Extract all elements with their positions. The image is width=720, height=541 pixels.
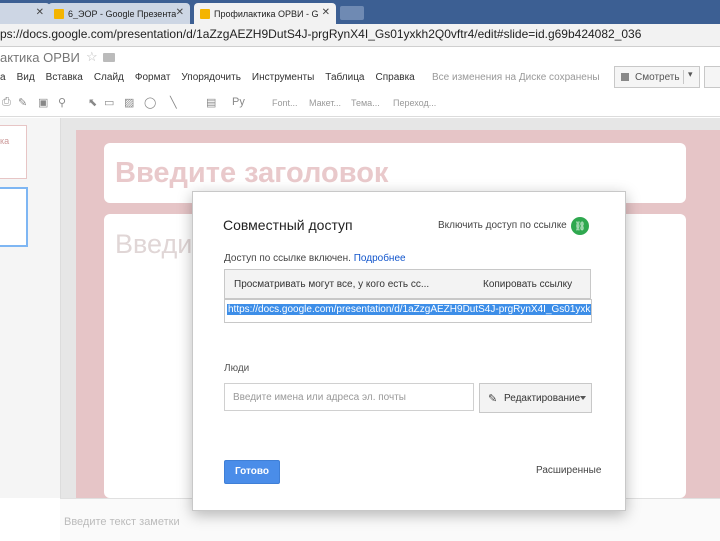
menu-view[interactable]: Вид bbox=[17, 72, 35, 86]
body-placeholder-text: Введи bbox=[115, 229, 193, 259]
document-title[interactable]: актика ОРВИ bbox=[0, 50, 80, 65]
menu-slide[interactable]: Слайд bbox=[94, 72, 124, 86]
save-status: Все изменения на Диске сохранены bbox=[432, 72, 600, 83]
learn-more-link[interactable]: Подробнее bbox=[354, 253, 406, 264]
close-tab-icon[interactable]: ✕ bbox=[36, 7, 44, 18]
link-icon[interactable]: ⛓ bbox=[571, 217, 589, 235]
paint-format-icon[interactable]: ✎ bbox=[18, 96, 27, 109]
share-url-field[interactable]: https://docs.google.com/presentation/d/1… bbox=[224, 299, 592, 323]
folder-icon[interactable] bbox=[103, 53, 115, 62]
slide-thumbnail-selected[interactable] bbox=[0, 187, 28, 247]
close-tab-icon[interactable]: ✕ bbox=[176, 7, 184, 18]
copy-link-button[interactable]: Копировать ссылку bbox=[456, 269, 591, 299]
share-url-text: https://docs.google.com/presentation/d/1… bbox=[227, 304, 591, 315]
background-icon[interactable]: Ру bbox=[232, 96, 245, 108]
done-button[interactable]: Готово bbox=[224, 460, 280, 484]
browser-tab-active[interactable]: Профилактика ОРВИ - G ✕ bbox=[194, 3, 336, 24]
menu-item[interactable]: а bbox=[0, 72, 6, 86]
print-icon[interactable]: ⎙ bbox=[2, 96, 11, 109]
line-icon[interactable]: ╲ bbox=[170, 96, 177, 109]
address-bar[interactable]: ps://docs.google.com/presentation/d/1aZz… bbox=[0, 24, 720, 47]
play-icon bbox=[621, 73, 629, 81]
people-label: Люди bbox=[224, 363, 250, 374]
permission-label: Редактирование bbox=[504, 393, 581, 404]
textbox-icon[interactable]: ▭ bbox=[104, 96, 114, 109]
browser-tab[interactable]: ✕ bbox=[0, 3, 50, 24]
layout-button[interactable]: Макет... bbox=[309, 98, 341, 108]
slide-thumbnail[interactable]: ка bbox=[0, 125, 27, 179]
close-tab-icon[interactable]: ✕ bbox=[322, 7, 330, 18]
menu-insert[interactable]: Вставка bbox=[46, 72, 83, 86]
tab-label: Профилактика ОРВИ - G bbox=[214, 8, 319, 19]
caret-down-icon bbox=[580, 396, 586, 400]
new-slide-icon[interactable]: ▣ bbox=[38, 96, 48, 109]
people-input[interactable] bbox=[224, 383, 474, 411]
chevron-down-icon[interactable]: ▾ bbox=[688, 69, 693, 80]
font-selector[interactable]: Font... bbox=[272, 98, 298, 108]
title-placeholder-text: Введите заголовок bbox=[115, 157, 389, 189]
browser-tab[interactable]: 6_ЭОР - Google Презента ✕ bbox=[48, 3, 190, 24]
menu-bar: а Вид Вставка Слайд Формат Упорядочить И… bbox=[0, 72, 426, 86]
shape-icon[interactable]: ◯ bbox=[144, 96, 156, 109]
advanced-link[interactable]: Расширенные bbox=[536, 465, 601, 476]
menu-help[interactable]: Справка bbox=[376, 72, 415, 86]
zoom-icon[interactable]: ⚲ bbox=[58, 96, 66, 109]
account-button[interactable] bbox=[704, 66, 720, 88]
menu-table[interactable]: Таблица bbox=[325, 72, 364, 86]
pencil-icon: ✎ bbox=[488, 393, 498, 405]
permission-dropdown[interactable]: ✎ Редактирование bbox=[479, 383, 592, 413]
menu-arrange[interactable]: Упорядочить bbox=[181, 72, 241, 86]
menu-tools[interactable]: Инструменты bbox=[252, 72, 314, 86]
star-icon[interactable]: ☆ bbox=[86, 49, 98, 65]
url-text: ps://docs.google.com/presentation/d/1aZz… bbox=[0, 27, 642, 41]
copy-link-label: Копировать ссылку bbox=[483, 279, 573, 290]
access-level-dropdown[interactable]: Просматривать могут все, у кого есть сс.… bbox=[224, 269, 457, 299]
image-icon[interactable]: ▨ bbox=[124, 96, 134, 109]
link-sharing-toggle[interactable]: Включить доступ по ссылке bbox=[438, 220, 567, 231]
transition-button[interactable]: Переход... bbox=[393, 98, 436, 108]
access-level-label: Просматривать могут все, у кого есть сс.… bbox=[234, 279, 430, 290]
divider bbox=[683, 70, 684, 84]
menu-format[interactable]: Формат bbox=[135, 72, 171, 86]
comment-icon[interactable]: ▤ bbox=[206, 96, 216, 109]
link-status: Доступ по ссылке включен. Подробнее bbox=[224, 253, 406, 264]
present-label: Смотреть bbox=[635, 71, 680, 83]
dialog-title: Совместный доступ bbox=[223, 217, 353, 233]
select-pointer-icon[interactable]: ⬉ bbox=[88, 96, 97, 109]
link-status-text: Доступ по ссылке включен. bbox=[224, 253, 351, 264]
theme-button[interactable]: Тема... bbox=[351, 98, 380, 108]
new-tab-button[interactable] bbox=[340, 6, 364, 20]
present-button[interactable]: Смотреть ▾ bbox=[614, 66, 700, 88]
tab-label: 6_ЭОР - Google Презента bbox=[68, 8, 177, 19]
thumbnail-text: ка bbox=[0, 136, 10, 146]
notes-placeholder: Введите текст заметки bbox=[64, 516, 180, 528]
slides-favicon-icon bbox=[54, 8, 64, 19]
slides-favicon-icon bbox=[200, 8, 210, 19]
